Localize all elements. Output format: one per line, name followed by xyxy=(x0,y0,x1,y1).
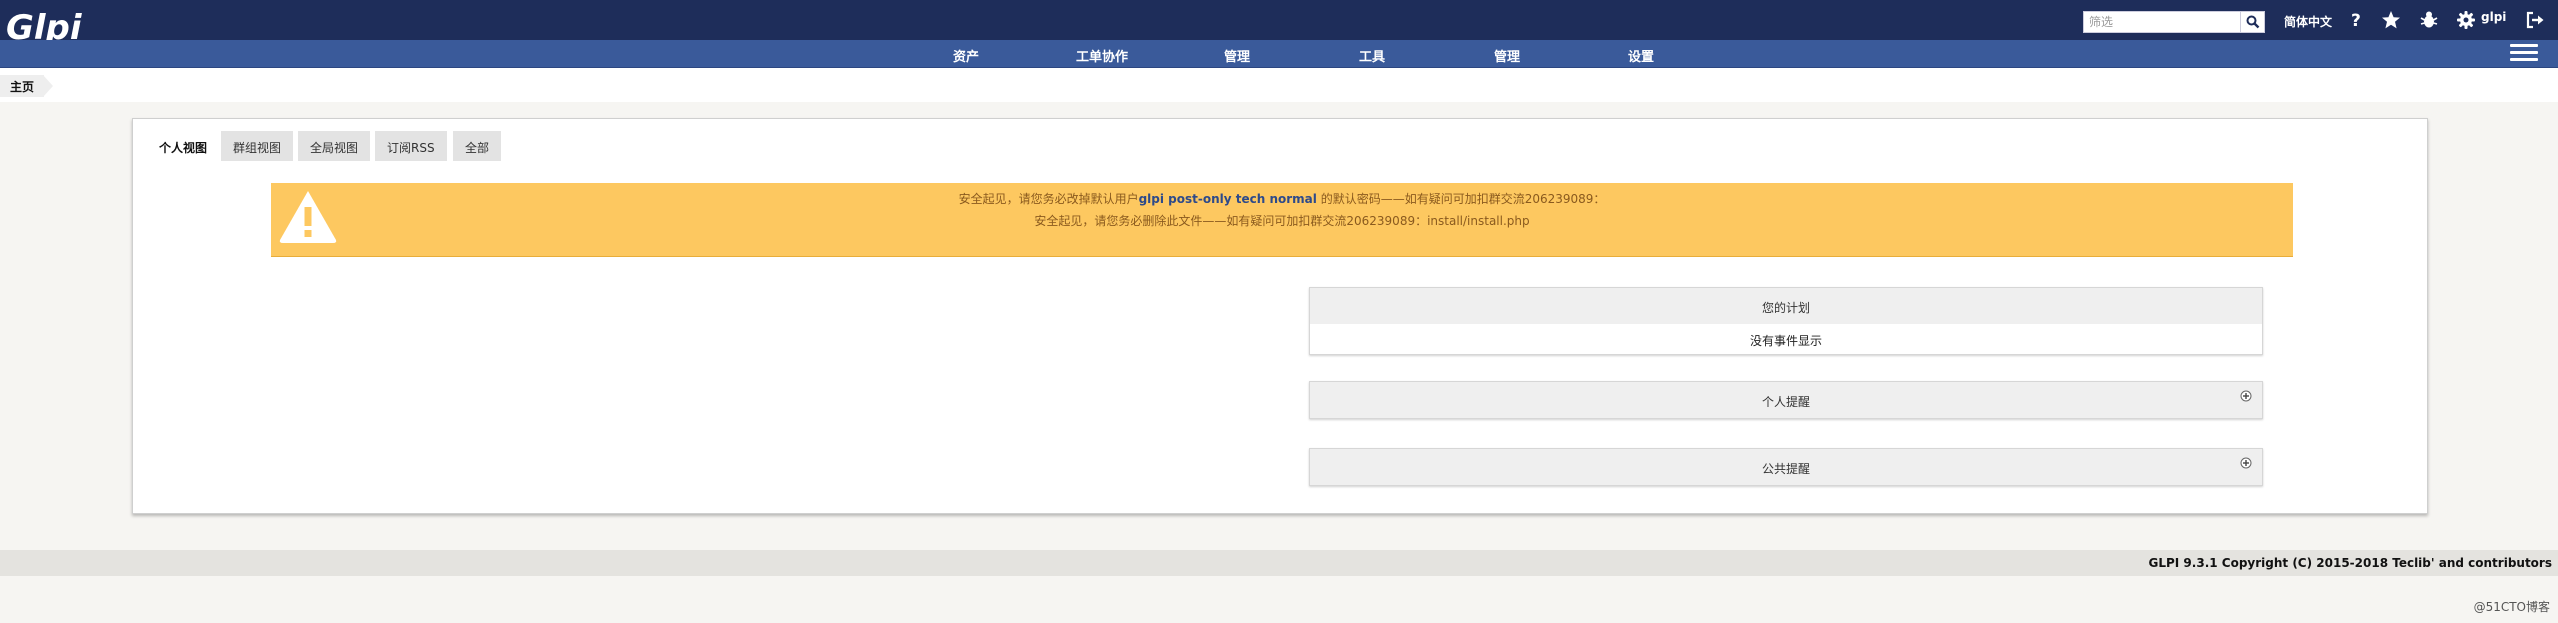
breadcrumb: 主页 xyxy=(0,68,2558,102)
tab-global-view[interactable]: 全局视图 xyxy=(298,131,371,161)
tab-rss-feeds[interactable]: 订阅RSS xyxy=(375,131,447,161)
copyright-link[interactable]: GLPI 9.3.1 Copyright (C) 2015-2018 Tecli… xyxy=(2149,556,2553,570)
default-users-link[interactable]: glpi post-only tech normal xyxy=(1139,192,1317,206)
menu-assistance[interactable]: 工单协作 xyxy=(1076,46,1128,65)
hamburger-menu-icon[interactable] xyxy=(2510,44,2538,64)
svg-text:?: ? xyxy=(2351,11,2361,31)
personal-reminders-box: 个人提醒 xyxy=(1309,381,2263,419)
warning-default-passwords: 安全起见，请您务必改掉默认用户glpi post-only tech norma… xyxy=(271,190,2293,207)
public-reminders-title[interactable]: 公共提醒 xyxy=(1762,462,1810,476)
menu-tools[interactable]: 工具 xyxy=(1359,46,1385,65)
add-reminder-icon[interactable] xyxy=(2240,390,2252,402)
warning-install-file: 安全起见，请您务必删除此文件——如有疑问可加扣群交流206239089：inst… xyxy=(1034,214,1530,228)
warning-text: 安全起见，请您务必改掉默认用户 xyxy=(958,192,1139,206)
footer: GLPI 9.3.1 Copyright (C) 2015-2018 Tecli… xyxy=(0,550,2558,576)
search-input[interactable] xyxy=(2084,12,2240,32)
top-header: Glpi 简体中文 ? xyxy=(0,0,2558,57)
menu-assets[interactable]: 资产 xyxy=(953,46,979,65)
watermark: @51CTO博客 xyxy=(2473,600,2550,614)
logout-icon[interactable] xyxy=(2524,9,2546,31)
gear-icon[interactable] xyxy=(2455,9,2477,31)
personal-reminders-header[interactable]: 个人提醒 xyxy=(1310,382,2262,418)
user-name[interactable]: glpi xyxy=(2481,10,2506,24)
menu-management[interactable]: 管理 xyxy=(1224,46,1250,65)
public-reminders-header[interactable]: 公共提醒 xyxy=(1310,449,2262,485)
help-icon[interactable]: ? xyxy=(2346,9,2368,31)
add-public-reminder-icon[interactable] xyxy=(2240,457,2252,469)
tab-personal-view[interactable]: 个人视图 xyxy=(147,131,220,161)
central-panel: 个人视图 群组视图 全局视图 订阅RSS 全部 安全起见，请您务必改掉默认用户g… xyxy=(132,118,2428,514)
security-warning: 安全起见，请您务必改掉默认用户glpi post-only tech norma… xyxy=(271,183,2293,257)
planning-empty-message: 没有事件显示 xyxy=(1749,334,1822,348)
search-button[interactable] xyxy=(2240,12,2264,32)
menu-administration[interactable]: 管理 xyxy=(1494,46,1520,65)
star-icon[interactable] xyxy=(2380,9,2402,31)
breadcrumb-home[interactable]: 主页 xyxy=(0,75,45,97)
tab-all[interactable]: 全部 xyxy=(453,131,502,161)
menu-setup[interactable]: 设置 xyxy=(1628,46,1654,65)
tab-group-view[interactable]: 群组视图 xyxy=(221,131,294,161)
warning-text: 的默认密码——如有疑问可加扣群交流206239089： xyxy=(1316,192,1606,206)
public-reminders-box: 公共提醒 xyxy=(1309,448,2263,486)
breadcrumb-arrow xyxy=(43,75,53,97)
planning-title[interactable]: 您的计划 xyxy=(1310,288,2262,324)
language-selector[interactable]: 简体中文 xyxy=(2284,13,2332,30)
personal-reminders-title[interactable]: 个人提醒 xyxy=(1762,395,1810,409)
planning-box: 您的计划 没有事件显示 xyxy=(1309,287,2263,355)
search-box xyxy=(2083,11,2265,33)
search-icon xyxy=(2246,15,2260,29)
main-menu: 资产 工单协作 管理 工具 管理 设置 xyxy=(0,40,2558,68)
bug-icon[interactable] xyxy=(2418,9,2440,31)
